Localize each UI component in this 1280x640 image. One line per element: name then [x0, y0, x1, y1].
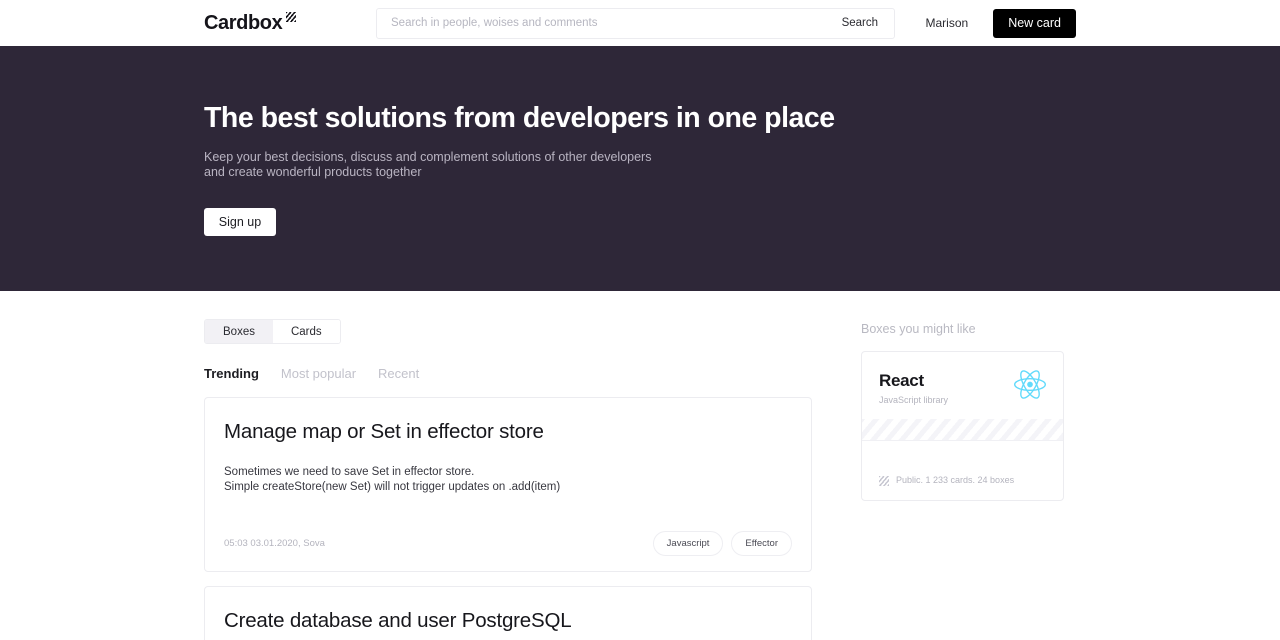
search-button[interactable]: Search: [840, 17, 880, 29]
main-content: Boxes Cards Trending Most popular Recent…: [0, 291, 1280, 640]
post-body-line-1: Sometimes we need to save Set in effecto…: [224, 466, 475, 478]
sort-filters: Trending Most popular Recent: [204, 366, 812, 381]
box-title: React: [879, 371, 924, 390]
filter-most-popular[interactable]: Most popular: [281, 366, 356, 381]
post-title: Manage map or Set in effector store: [224, 420, 544, 443]
hero-subtitle-line-1: Keep your best decisions, discuss and co…: [204, 150, 652, 164]
hero-subtitle-line-2: and create wonderful products together: [204, 165, 422, 179]
react-logo-icon: [1014, 370, 1046, 404]
post-body: Sometimes we need to save Set in effecto…: [224, 465, 792, 495]
new-card-button[interactable]: New card: [993, 8, 1076, 38]
box-card-header: React JavaScript library: [862, 352, 1063, 419]
sign-up-button[interactable]: Sign up: [204, 208, 276, 236]
feed-column: Boxes Cards Trending Most popular Recent…: [204, 291, 812, 640]
post-card[interactable]: Create database and user PostgreSQL Firs…: [204, 586, 812, 640]
sidebar-column: Boxes you might like React JavaScript li…: [861, 291, 1064, 640]
tag-effector[interactable]: Effector: [731, 531, 792, 556]
filter-recent[interactable]: Recent: [378, 366, 419, 381]
box-card-stripe-divider: [862, 419, 1063, 441]
post-body-line-2: Simple createStore(new Set) will not tri…: [224, 481, 561, 493]
box-stats: Public. 1 233 cards. 24 boxes: [896, 475, 1015, 485]
box-subtitle: JavaScript library: [879, 395, 949, 405]
tab-boxes[interactable]: Boxes: [205, 320, 273, 343]
post-footer: 05:03 03.01.2020, Sova Javascript Effect…: [224, 531, 792, 571]
search-bar[interactable]: Search: [376, 7, 895, 39]
hero-subtitle: Keep your best decisions, discuss and co…: [204, 150, 1076, 180]
hero-banner: The best solutions from developers in on…: [0, 46, 1280, 291]
header-actions: Marison New card: [926, 8, 1076, 38]
striped-square-icon: [879, 476, 889, 486]
content-type-tabs: Boxes Cards: [204, 319, 341, 344]
post-meta: 05:03 03.01.2020, Sova: [224, 538, 325, 549]
user-menu[interactable]: Marison: [926, 16, 969, 30]
hero-title: The best solutions from developers in on…: [204, 102, 835, 134]
box-card-titles: React JavaScript library: [879, 370, 948, 405]
brand-logo[interactable]: Cardbox: [204, 11, 297, 35]
post-tags: Javascript Effector: [652, 531, 792, 556]
post-title: Create database and user PostgreSQL: [224, 609, 572, 632]
suggested-box-card[interactable]: React JavaScript library Public. 1 233 c…: [861, 351, 1064, 501]
tag-javascript[interactable]: Javascript: [652, 531, 724, 556]
tab-cards[interactable]: Cards: [272, 320, 340, 343]
box-card-footer: Public. 1 233 cards. 24 boxes: [862, 441, 1063, 500]
sidebar-heading: Boxes you might like: [861, 322, 976, 336]
app-header: Cardbox Search Marison New card: [0, 0, 1280, 46]
filter-trending[interactable]: Trending: [204, 366, 259, 381]
post-card[interactable]: Manage map or Set in effector store Some…: [204, 397, 812, 572]
search-input[interactable]: [391, 17, 840, 29]
brand-name: Cardbox: [204, 12, 283, 34]
striped-square-icon: [286, 12, 297, 22]
